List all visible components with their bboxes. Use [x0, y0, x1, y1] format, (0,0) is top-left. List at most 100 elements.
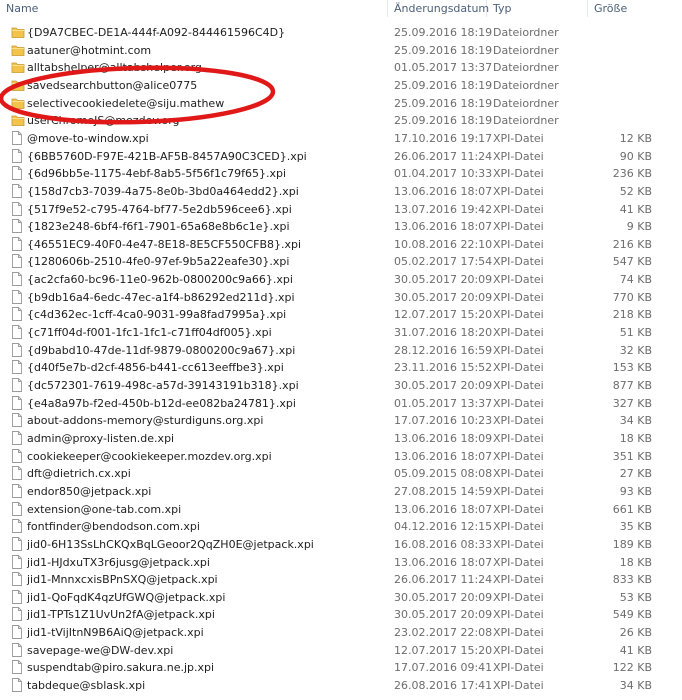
file-row[interactable]: {c71ff04d-f001-1fc1-1fc1-c71ff04df005}.x… — [0, 324, 682, 342]
column-header-type[interactable]: Typ — [487, 0, 588, 17]
file-size: 74 KB — [619, 273, 652, 287]
column-header-date[interactable]: Änderungsdatum — [388, 0, 489, 17]
file-icon — [11, 501, 23, 516]
file-row[interactable]: cookiekeeper@cookiekeeper.mozdev.org.xpi… — [0, 448, 682, 466]
file-name: dft@dietrich.cx.xpi — [27, 467, 131, 481]
file-size: 27 KB — [619, 467, 652, 481]
file-date: 12.07.2017 15:20 — [394, 643, 493, 657]
column-header-size[interactable]: Größe — [588, 0, 682, 17]
file-icon — [11, 607, 23, 622]
file-row[interactable]: jid1-HJdxuTX3r6jusg@jetpack.xpi 13.06.201… — [0, 554, 682, 572]
file-row[interactable]: {b9db16a4-6edc-47ec-a1f4-b86292ed211d}.x… — [0, 289, 682, 307]
file-row[interactable]: {1823e248-6bf4-f6f1-7901-65a68e8b6c1e}.x… — [0, 218, 682, 236]
file-date: 12.07.2017 15:20 — [394, 308, 493, 322]
file-type: Dateiordner — [493, 26, 559, 39]
file-row[interactable]: jid0-6H13SsLhCKQxBqLGeoor2QqZH0E@jetpack… — [0, 536, 682, 554]
file-date: 25.09.2016 18:19 — [394, 26, 493, 39]
file-type: XPI-Datei — [493, 131, 544, 145]
file-row[interactable]: jid1-QoFqdK4qzUfGWQ@jetpack.xpi 30.05.201… — [0, 589, 682, 607]
file-row[interactable]: {e4a8a97b-f2ed-450b-b12d-ee082ba24781}.x… — [0, 395, 682, 413]
file-date: 25.09.2016 18:19 — [394, 43, 493, 57]
file-row[interactable]: admin@proxy-listen.de.xpi 13.06.2016 18:0… — [0, 430, 682, 448]
file-icon — [11, 430, 23, 445]
file-date: 30.05.2017 20:09 — [394, 590, 493, 604]
file-name: {D9A7CBEC-DE1A-444f-A092-844461596C4D} — [27, 26, 286, 39]
folder-row[interactable]: {D9A7CBEC-DE1A-444f-A092-844461596C4D} 25… — [0, 24, 682, 42]
file-row[interactable]: {d40f5e7b-d2cf-4856-b441-cc613eeffbe3}.x… — [0, 359, 682, 377]
file-type: XPI-Datei — [493, 608, 544, 622]
file-date: 26.08.2016 17:41 — [394, 679, 493, 693]
file-row[interactable]: endor850@jetpack.xpi 27.08.2015 14:59 XPI-… — [0, 483, 682, 501]
file-size: 327 KB — [612, 396, 652, 410]
folder-row[interactable]: aatuner@hotmint.com 25.09.2016 18:19 Datei… — [0, 42, 682, 60]
file-row[interactable]: {6BB5760D-F97E-421B-AF5B-8457A90C3CED}.x… — [0, 148, 682, 166]
file-size: 34 KB — [619, 414, 652, 428]
file-size: 216 KB — [612, 237, 652, 251]
file-icon — [11, 360, 23, 375]
file-type: XPI-Datei — [493, 484, 544, 498]
file-row[interactable]: {1280606b-2510-4fe0-97ef-9b5a22eafe30}.x… — [0, 253, 682, 271]
file-size: 18 KB — [619, 555, 652, 569]
file-name: jid1-MnnxcxisBPnSXQ@jetpack.xpi — [27, 573, 218, 587]
file-size: 770 KB — [612, 290, 652, 304]
file-name: savedsearchbutton@alice0775 — [27, 78, 198, 92]
file-row[interactable]: {ac2cfa60-bc96-11e0-962b-0800200c9a66}.x… — [0, 271, 682, 289]
file-icon — [11, 289, 23, 304]
file-name: {d40f5e7b-d2cf-4856-b441-cc613eeffbe3}.x… — [27, 361, 284, 375]
file-type: XPI-Datei — [493, 273, 544, 287]
file-name: {dc572301-7619-498c-a57d-39143191b318}.x… — [27, 379, 299, 392]
folder-row[interactable]: userChromeJS@mozdev.org 25.09.2016 18:19 D… — [0, 112, 682, 130]
folder-row[interactable]: selectivecookiedelete@siju.mathew 25.09.2… — [0, 95, 682, 113]
file-row[interactable]: extension@one-tab.com.xpi 13.06.2016 18:0… — [0, 501, 682, 519]
file-row[interactable]: {c4d362ec-1cff-4ca0-9031-99a8fad7995a}.x… — [0, 306, 682, 324]
file-icon — [11, 378, 23, 392]
file-row[interactable]: jid1-TPTs1Z1UvUn2fA@jetpack.xpi 30.05.201… — [0, 606, 682, 624]
file-row[interactable]: tabdeque@sblask.xpi 26.08.2016 17:41 XPI-D… — [0, 677, 682, 695]
file-name: about-addons-memory@sturdiguns.org.xpi — [27, 414, 264, 428]
file-icon — [11, 625, 23, 640]
file-name: {ac2cfa60-bc96-11e0-962b-0800200c9a66}.x… — [27, 273, 293, 287]
file-type: XPI-Datei — [493, 343, 544, 357]
file-date: 13.06.2016 18:07 — [394, 220, 493, 234]
file-name: {6BB5760D-F97E-421B-AF5B-8457A90C3CED}.x… — [27, 149, 307, 163]
column-header-name[interactable]: Name — [0, 0, 388, 17]
file-name: {1280606b-2510-4fe0-97ef-9b5a22eafe30}.x… — [27, 255, 290, 269]
file-date: 01.05.2017 13:37 — [394, 396, 493, 410]
file-row[interactable]: {158d7cb3-7039-4a75-8e0b-3bd0a464edd2}.x… — [0, 183, 682, 201]
file-type: XPI-Datei — [493, 573, 544, 587]
file-icon — [11, 148, 23, 163]
file-row[interactable]: {d9babd10-47de-11df-9879-0800200c9a67}.x… — [0, 342, 682, 360]
file-size: 833 KB — [612, 573, 652, 587]
file-size: 53 KB — [619, 590, 652, 604]
file-date: 13.06.2016 18:07 — [394, 502, 493, 516]
file-date: 17.10.2016 19:17 — [394, 131, 493, 145]
file-row[interactable]: @move-to-window.xpi 17.10.2016 19:17 XPI-D… — [0, 130, 682, 148]
file-size: 189 KB — [612, 537, 652, 551]
file-row[interactable]: suspendtab@piro.sakura.ne.jp.xpi 17.07.20… — [0, 659, 682, 677]
folder-icon — [11, 96, 25, 110]
folder-row[interactable]: alltabshelper@alltabshelper.org 01.05.201… — [0, 59, 682, 77]
file-icon — [11, 325, 23, 339]
file-date: 25.09.2016 18:19 — [394, 96, 493, 110]
file-name: fontfinder@bendodson.com.xpi — [27, 520, 200, 534]
file-row[interactable]: {46551EC9-40F0-4e47-8E18-8E5CF550CFB8}.x… — [0, 236, 682, 254]
file-size: 153 KB — [612, 361, 652, 375]
folder-row[interactable]: savedsearchbutton@alice0775 25.09.2016 18… — [0, 77, 682, 95]
file-size: 9 KB — [626, 220, 652, 234]
file-type: XPI-Datei — [493, 643, 544, 657]
file-type: XPI-Datei — [493, 167, 544, 181]
file-type: XPI-Datei — [493, 414, 544, 428]
file-name: alltabshelper@alltabshelper.org — [27, 61, 202, 75]
file-type: XPI-Datei — [493, 379, 544, 392]
file-row[interactable]: {6d96bb5e-1175-4ebf-8ab5-5f56f1c79f65}.x… — [0, 165, 682, 183]
file-type: Dateiordner — [493, 61, 559, 75]
file-row[interactable]: jid1-MnnxcxisBPnSXQ@jetpack.xpi 26.06.201… — [0, 571, 682, 589]
file-row[interactable]: fontfinder@bendodson.com.xpi 04.12.2016 1… — [0, 518, 682, 536]
file-row[interactable]: {dc572301-7619-498c-a57d-39143191b318}.x… — [0, 377, 682, 395]
file-row[interactable]: savepage-we@DW-dev.xpi 12.07.2017 15:20 XP… — [0, 642, 682, 660]
file-row[interactable]: about-addons-memory@sturdiguns.org.xpi 17… — [0, 412, 682, 430]
file-row[interactable]: dft@dietrich.cx.xpi 05.09.2015 08:08 XPI-D… — [0, 465, 682, 483]
file-row[interactable]: jid1-tVijItnN9B6AiQ@jetpack.xpi 23.02.201… — [0, 624, 682, 642]
file-date: 30.05.2017 20:09 — [394, 290, 493, 304]
file-row[interactable]: {517f9e52-c795-4764-bf77-5e2db596cee6}.x… — [0, 201, 682, 219]
